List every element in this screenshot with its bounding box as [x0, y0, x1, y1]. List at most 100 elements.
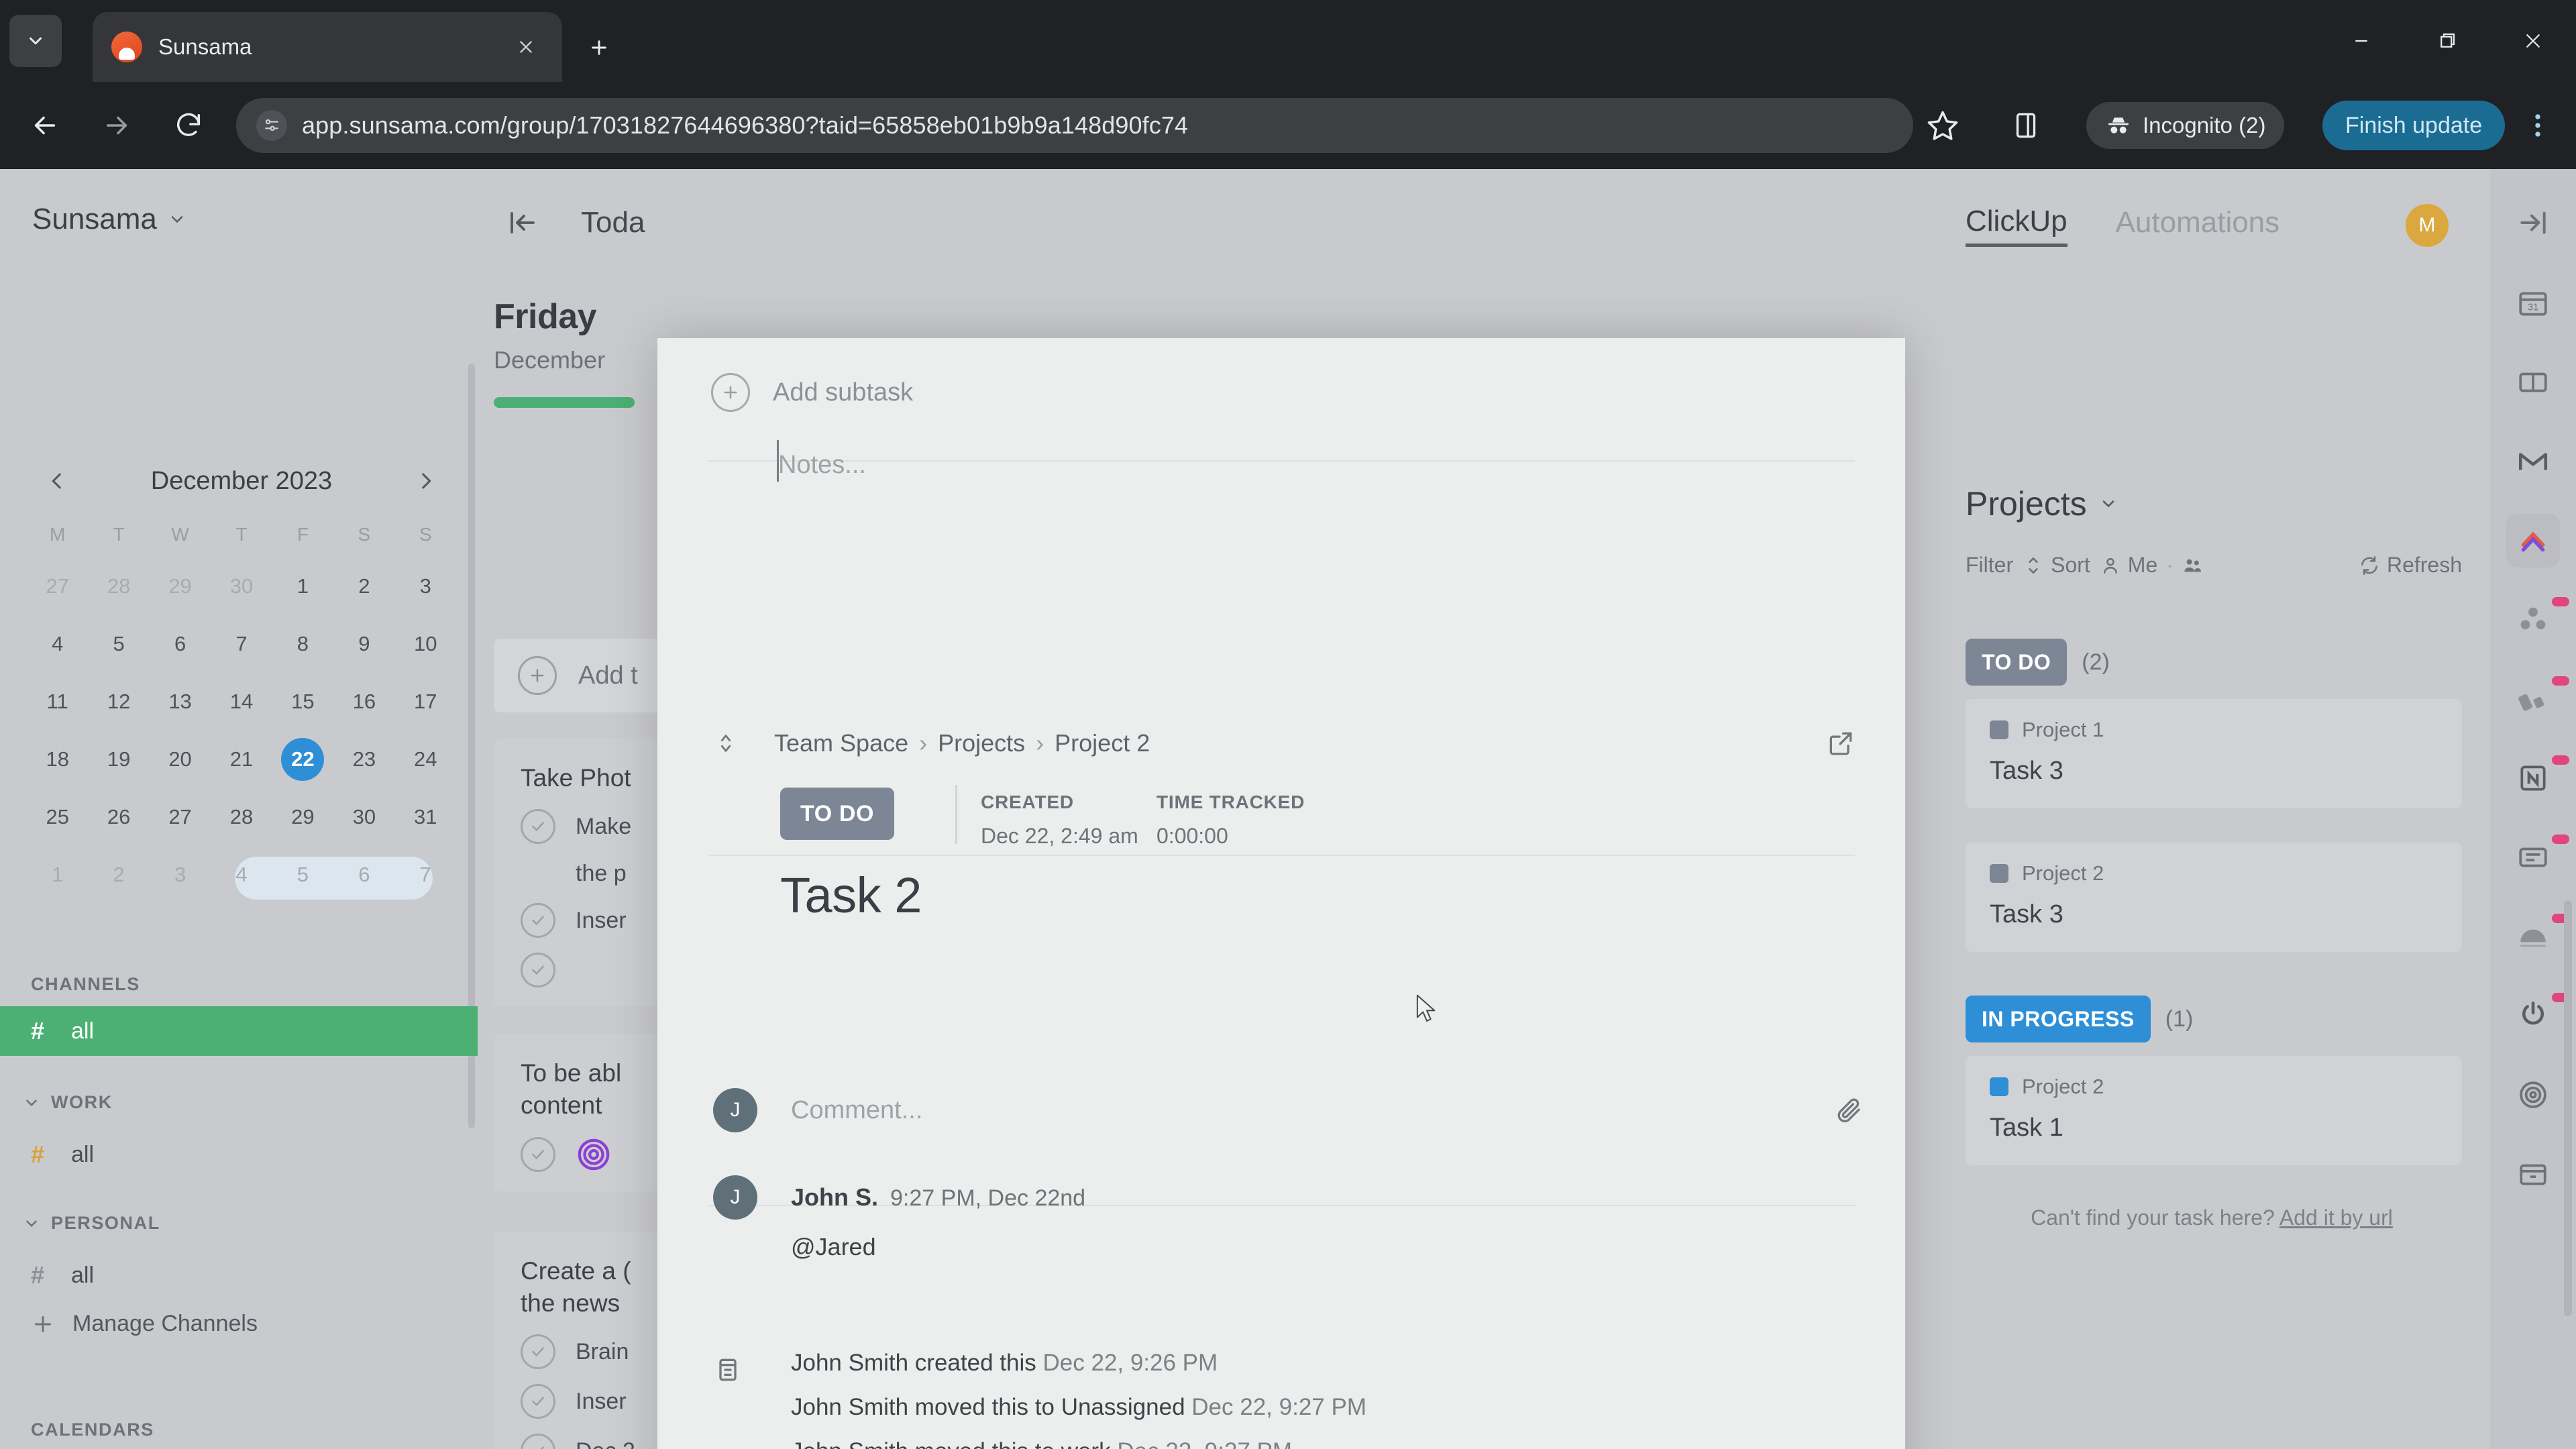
- sidebar-channel-all[interactable]: # all: [0, 1006, 478, 1056]
- archive-icon[interactable]: [2506, 1147, 2560, 1201]
- external-link-icon[interactable]: [1823, 726, 1858, 761]
- calendar-day[interactable]: 27: [150, 796, 211, 839]
- notes-input[interactable]: Notes...: [778, 451, 866, 480]
- split-view-icon[interactable]: [2506, 356, 2560, 409]
- new-tab-button[interactable]: [578, 27, 620, 68]
- calendar-day[interactable]: 31: [395, 796, 456, 839]
- chrome-menu-icon[interactable]: [2520, 106, 2555, 145]
- calendar-day[interactable]: 4: [211, 853, 272, 896]
- sidebar-group-personal[interactable]: PERSONAL: [23, 1213, 160, 1234]
- calendar-day[interactable]: 7: [211, 623, 272, 665]
- add-by-url-link[interactable]: Add it by url: [2279, 1205, 2393, 1230]
- calendar-day[interactable]: 29: [150, 565, 211, 608]
- workspace-switcher[interactable]: Sunsama: [32, 203, 186, 236]
- minimize-button[interactable]: [2318, 0, 2404, 82]
- calendar-day[interactable]: 8: [272, 623, 333, 665]
- tab-clickup[interactable]: ClickUp: [1966, 205, 2068, 247]
- refresh-button[interactable]: Refresh: [2359, 553, 2462, 578]
- address-bar[interactable]: app.sunsama.com/group/17031827644696380?…: [236, 98, 1913, 153]
- finish-update-button[interactable]: Finish update: [2322, 101, 2506, 150]
- comment-input[interactable]: Comment...: [791, 1096, 922, 1125]
- calendar-next-month[interactable]: [409, 464, 443, 498]
- sunsama-integration-icon[interactable]: [2506, 514, 2560, 568]
- calendar-day[interactable]: 23: [333, 738, 394, 781]
- comment-composer[interactable]: J Comment...: [713, 1088, 1867, 1132]
- sidebar-group-work[interactable]: WORK: [23, 1092, 113, 1113]
- bookmark-star-icon[interactable]: [1925, 108, 1960, 143]
- breadcrumb-project-2[interactable]: Project 2: [1055, 729, 1150, 757]
- restore-button[interactable]: [2404, 0, 2490, 82]
- tab-search-chevron-icon[interactable]: [9, 15, 62, 67]
- assignees-button[interactable]: [2182, 555, 2204, 576]
- calendar-day[interactable]: 21: [211, 738, 272, 781]
- calendar-day[interactable]: 5: [88, 623, 149, 665]
- calendar-day[interactable]: 26: [88, 796, 149, 839]
- calendar-day[interactable]: 6: [150, 623, 211, 665]
- task-card[interactable]: Project 1 Task 3: [1966, 699, 2462, 808]
- calendar-day[interactable]: 28: [211, 796, 272, 839]
- calendar-day[interactable]: 2: [88, 853, 149, 896]
- filter-button[interactable]: Filter: [1966, 553, 2013, 578]
- check-circle-icon[interactable]: [521, 1434, 555, 1449]
- forward-button[interactable]: [97, 106, 136, 145]
- sidebar-channel-personal-all[interactable]: # all: [0, 1250, 478, 1300]
- calendar-day[interactable]: 30: [333, 796, 394, 839]
- collapse-right-icon[interactable]: [2506, 196, 2560, 250]
- calendar-day[interactable]: 1: [272, 565, 333, 608]
- collapse-left-icon[interactable]: [503, 203, 542, 242]
- calendar-prev-month[interactable]: [40, 464, 74, 498]
- calendar-day[interactable]: 3: [150, 853, 211, 896]
- calendar-day[interactable]: 28: [88, 565, 149, 608]
- calendar-day[interactable]: 4: [27, 623, 88, 665]
- calendar-day[interactable]: 9: [333, 623, 394, 665]
- close-window-button[interactable]: [2490, 0, 2576, 82]
- calendar-day[interactable]: 24: [395, 738, 456, 781]
- calendar-day[interactable]: 20: [150, 738, 211, 781]
- add-subtask-button[interactable]: Add subtask: [711, 373, 913, 412]
- calendar-day[interactable]: 13: [150, 680, 211, 723]
- sidebar-channel-work-all[interactable]: # all: [0, 1130, 478, 1179]
- me-filter-button[interactable]: Me: [2100, 553, 2157, 578]
- incognito-indicator[interactable]: Incognito (2): [2086, 102, 2285, 149]
- calendar-day[interactable]: 19: [88, 738, 149, 781]
- breadcrumb-projects[interactable]: Projects: [938, 729, 1025, 757]
- calendar-day[interactable]: 29: [272, 796, 333, 839]
- calendar-day[interactable]: 12: [88, 680, 149, 723]
- tab-automations[interactable]: Automations: [2116, 206, 2280, 245]
- breadcrumb-path[interactable]: Team Space › Projects › Project 2: [774, 729, 1150, 757]
- calendar-day[interactable]: 11: [27, 680, 88, 723]
- check-circle-icon[interactable]: [521, 809, 555, 845]
- sort-button[interactable]: Sort: [2023, 553, 2090, 578]
- calendar-day[interactable]: 18: [27, 738, 88, 781]
- status-group-todo[interactable]: TO DO (2): [1966, 639, 2110, 686]
- calendar-day[interactable]: 3: [395, 565, 456, 608]
- calendar-day-selected[interactable]: 22: [272, 738, 333, 781]
- browser-tab[interactable]: Sunsama: [93, 12, 562, 82]
- calendar-day[interactable]: 5: [272, 853, 333, 896]
- check-circle-icon[interactable]: [521, 1334, 555, 1370]
- check-circle-icon[interactable]: [521, 1137, 555, 1173]
- task-card[interactable]: Project 2 Task 1: [1966, 1056, 2462, 1165]
- calendar-day[interactable]: 27: [27, 565, 88, 608]
- task-title[interactable]: Task 2: [780, 867, 922, 924]
- calendar-day[interactable]: 6: [333, 853, 394, 896]
- paperclip-icon[interactable]: [1832, 1093, 1867, 1128]
- status-badge[interactable]: TO DO: [780, 788, 895, 840]
- calendar-day[interactable]: 15: [272, 680, 333, 723]
- site-settings-icon[interactable]: [256, 110, 287, 141]
- sync-vertical-icon[interactable]: [711, 729, 741, 758]
- calendar-day[interactable]: 25: [27, 796, 88, 839]
- check-circle-icon[interactable]: [521, 903, 555, 938]
- breadcrumb-team-space[interactable]: Team Space: [774, 729, 908, 757]
- task-card[interactable]: Project 2 Task 3: [1966, 843, 2462, 952]
- back-button[interactable]: [25, 106, 64, 145]
- calendar-day[interactable]: 10: [395, 623, 456, 665]
- calendar-day[interactable]: 2: [333, 565, 394, 608]
- clickup-icon[interactable]: [2506, 1068, 2560, 1122]
- projects-dropdown[interactable]: Projects: [1966, 484, 2118, 523]
- check-circle-icon[interactable]: [521, 953, 555, 988]
- gmail-icon[interactable]: [2506, 435, 2560, 488]
- reload-button[interactable]: [169, 106, 208, 145]
- calendar-day[interactable]: 7: [395, 853, 456, 896]
- tab-close-icon[interactable]: [508, 30, 543, 64]
